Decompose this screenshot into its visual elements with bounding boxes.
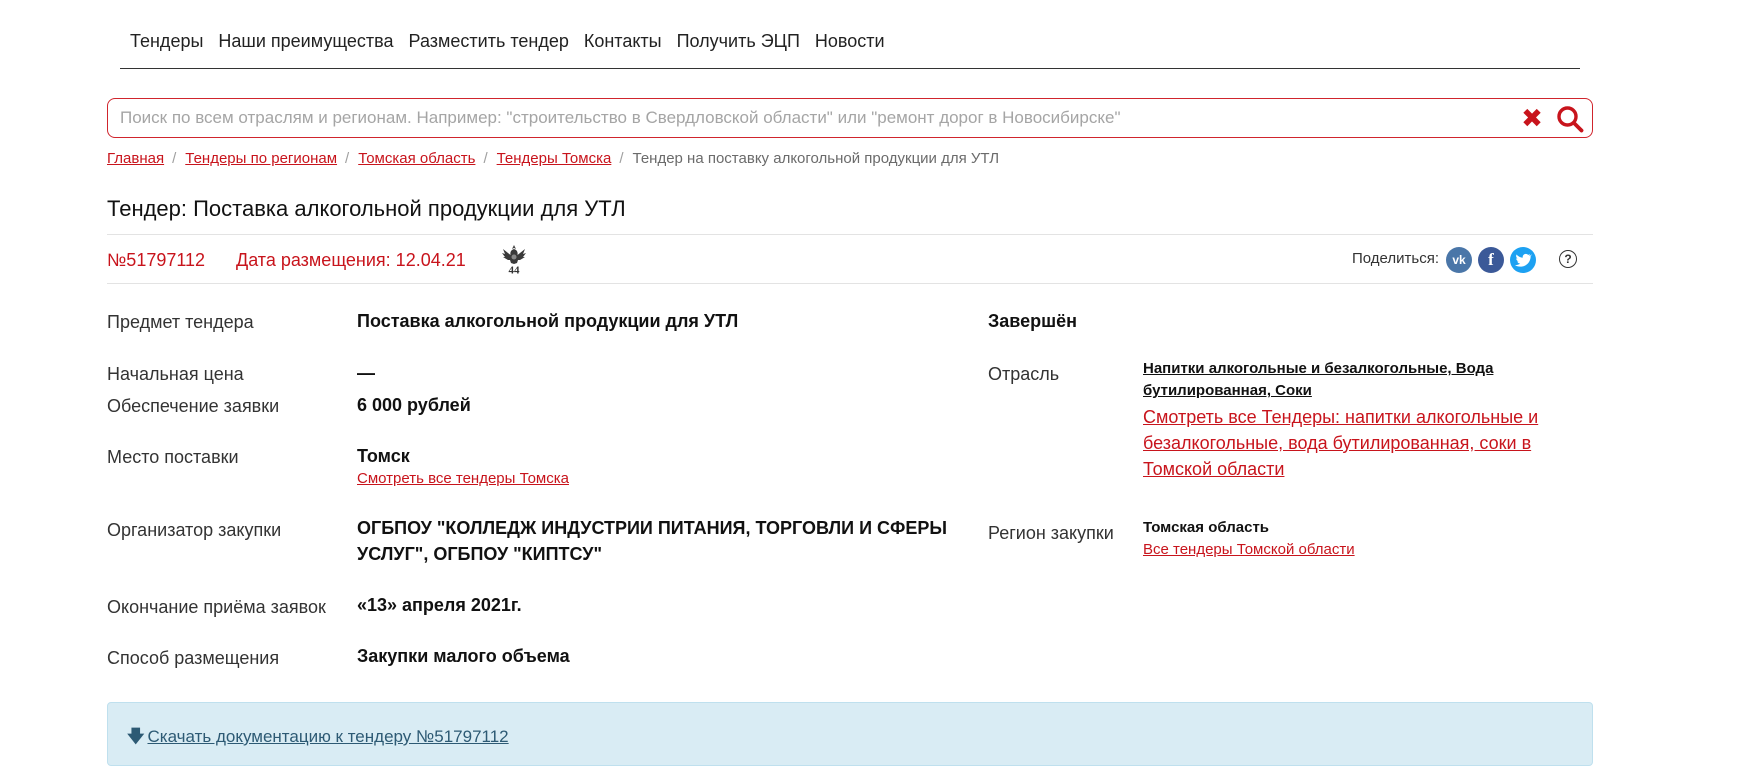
region-tenders-link[interactable]: Все тендеры Томской области <box>1143 541 1355 559</box>
publish-date: Дата размещения: 12.04.21 <box>236 250 466 270</box>
security-value: 6 000 рублей <box>357 395 471 415</box>
industry-tenders-link-line2[interactable]: безалкогольные, вода бутилированная, сок… <box>1143 430 1531 456</box>
breadcrumb-regions[interactable]: Тендеры по регионам <box>185 150 337 167</box>
organizer-label: Организатор закупки <box>107 520 282 540</box>
price-value: — <box>357 363 375 383</box>
organizer-value-line1: ОГБПОУ "КОЛЛЕДЖ ИНДУСТРИИ ПИТАНИЯ, ТОРГО… <box>357 518 948 538</box>
breadcrumb: Главная / Тендеры по регионам / Томская обла… <box>107 150 999 168</box>
nav-item-get-signature[interactable]: Получить ЭЦП <box>677 26 800 52</box>
breadcrumb-separator: / <box>345 150 350 167</box>
region-value: Томская область <box>1143 519 1270 536</box>
eagle-law-icon: 44 <box>502 245 526 276</box>
method-value: Закупки малого объема <box>357 646 570 666</box>
industry-value-line2[interactable]: бутилированная, Соки <box>1143 380 1312 402</box>
tender-meta-bar: №51797112 Дата размещения: 12.04.21 44 П… <box>107 234 1593 284</box>
twitter-icon[interactable] <box>1510 247 1536 273</box>
place-label: Место поставки <box>107 447 239 467</box>
industry-tenders-link-line3[interactable]: Томской области <box>1143 456 1284 482</box>
nav-item-advantages[interactable]: Наши преимущества <box>218 26 393 52</box>
tender-number: №51797112 <box>107 250 206 270</box>
place-value: Томск <box>357 446 410 466</box>
price-label: Начальная цена <box>107 364 244 384</box>
breadcrumb-tomsk-region[interactable]: Томская область <box>358 150 475 167</box>
breadcrumb-current: Тендер на поставку алкогольной продукции… <box>632 150 1000 167</box>
search-box: ✖ <box>107 98 1593 138</box>
search-input[interactable] <box>120 99 1500 137</box>
region-label: Регион закупки <box>988 523 1114 543</box>
breadcrumb-separator: / <box>483 150 488 167</box>
help-icon[interactable]: ? <box>1559 250 1577 268</box>
share-label: Поделиться: <box>1352 250 1439 267</box>
page-title: Тендер: Поставка алкогольной продукции д… <box>107 196 626 221</box>
top-nav: Тендеры Наши преимущества Разместить тен… <box>120 26 1580 69</box>
breadcrumb-tomsk-tenders[interactable]: Тендеры Томска <box>497 150 612 167</box>
law-badge: 44 <box>509 265 521 276</box>
organizer-value-line2: УСЛУГ", ОГБПОУ "КИПТСУ" <box>357 544 603 564</box>
facebook-icon[interactable]: f <box>1478 247 1504 273</box>
nav-item-contacts[interactable]: Контакты <box>584 26 662 52</box>
industry-value-line1[interactable]: Напитки алкогольные и безалкогольные, Во… <box>1143 358 1493 380</box>
status-badge: Завершён <box>988 311 1078 331</box>
security-label: Обеспечение заявки <box>107 396 280 416</box>
breadcrumb-home[interactable]: Главная <box>107 150 164 167</box>
subject-label: Предмет тендера <box>107 312 254 332</box>
deadline-label: Окончание приёма заявок <box>107 597 326 617</box>
download-arrow-icon: 🡇 <box>127 727 145 746</box>
nav-item-tenders[interactable]: Тендеры <box>130 26 203 52</box>
close-icon[interactable]: ✖ <box>1518 103 1546 133</box>
search-icon[interactable] <box>1556 105 1584 133</box>
page: Тендеры Наши преимущества Разместить тен… <box>0 0 1743 772</box>
breadcrumb-separator: / <box>619 150 624 167</box>
nav-item-place-tender[interactable]: Разместить тендер <box>409 26 569 52</box>
download-docs-link[interactable]: 🡇 Скачать документацию к тендеру №5179711… <box>127 724 509 753</box>
breadcrumb-separator: / <box>172 150 177 167</box>
industry-label: Отрасль <box>988 364 1060 384</box>
twitter-bird-icon <box>1514 253 1533 267</box>
vk-icon[interactable]: vk <box>1446 247 1472 273</box>
deadline-value: «13» апреля 2021г. <box>357 595 522 615</box>
subject-value: Поставка алкогольной продукции для УТЛ <box>357 311 739 331</box>
place-tenders-link[interactable]: Смотреть все тендеры Томска <box>357 470 569 488</box>
industry-tenders-link-line1[interactable]: Смотреть все Тендеры: напитки алкогольны… <box>1143 404 1538 430</box>
download-docs-label: Скачать документацию к тендеру №51797112 <box>147 727 509 746</box>
download-panel: 🡇 Скачать документацию к тендеру №5179711… <box>107 702 1593 766</box>
method-label: Способ размещения <box>107 648 280 668</box>
nav-item-news[interactable]: Новости <box>815 26 885 52</box>
